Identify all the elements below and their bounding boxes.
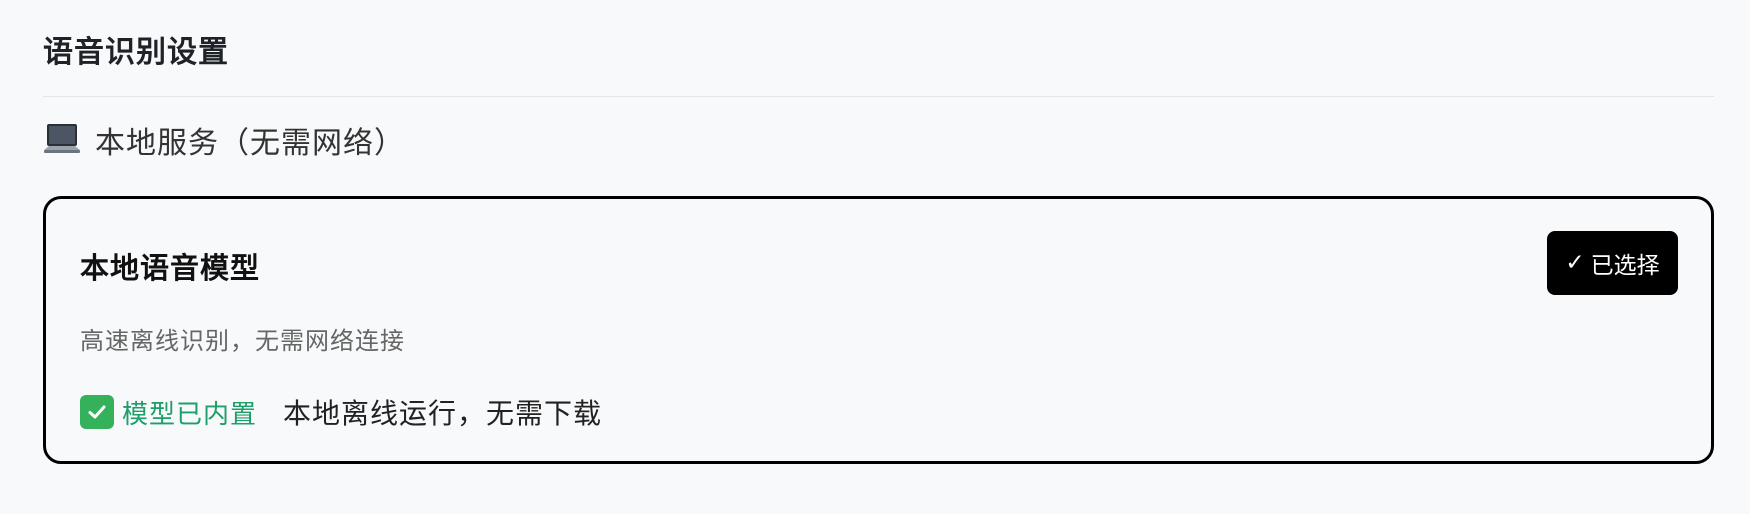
checkmark-icon: ✓ [1565,250,1585,276]
status-badge: 模型已内置 [122,399,258,430]
section-label: 本地服务（无需网络） [95,126,405,161]
selected-button[interactable]: ✓ 已选择 [1547,231,1678,295]
status-note: 本地离线运行，无需下载 [283,397,603,430]
section-header-local-service: 本地服务（无需网络） [43,118,405,162]
title-divider [43,96,1714,97]
card-description: 高速离线识别，无需网络连接 [80,327,405,355]
selected-button-label: 已选择 [1590,253,1660,279]
card-title: 本地语音模型 [80,251,261,285]
check-box-icon [80,395,114,429]
status-row: 模型已内置 本地离线运行，无需下载 [80,392,602,432]
local-model-card[interactable]: 本地语音模型 ✓ 已选择 高速离线识别，无需网络连接 模型已内置 本地离线运行，… [43,196,1714,464]
laptop-icon [43,121,81,159]
settings-page: 语音识别设置 本地服务（无需网络） 本地语音模型 ✓ 已选择 高速离线识别，无需… [0,0,1750,514]
page-title: 语音识别设置 [43,35,229,70]
